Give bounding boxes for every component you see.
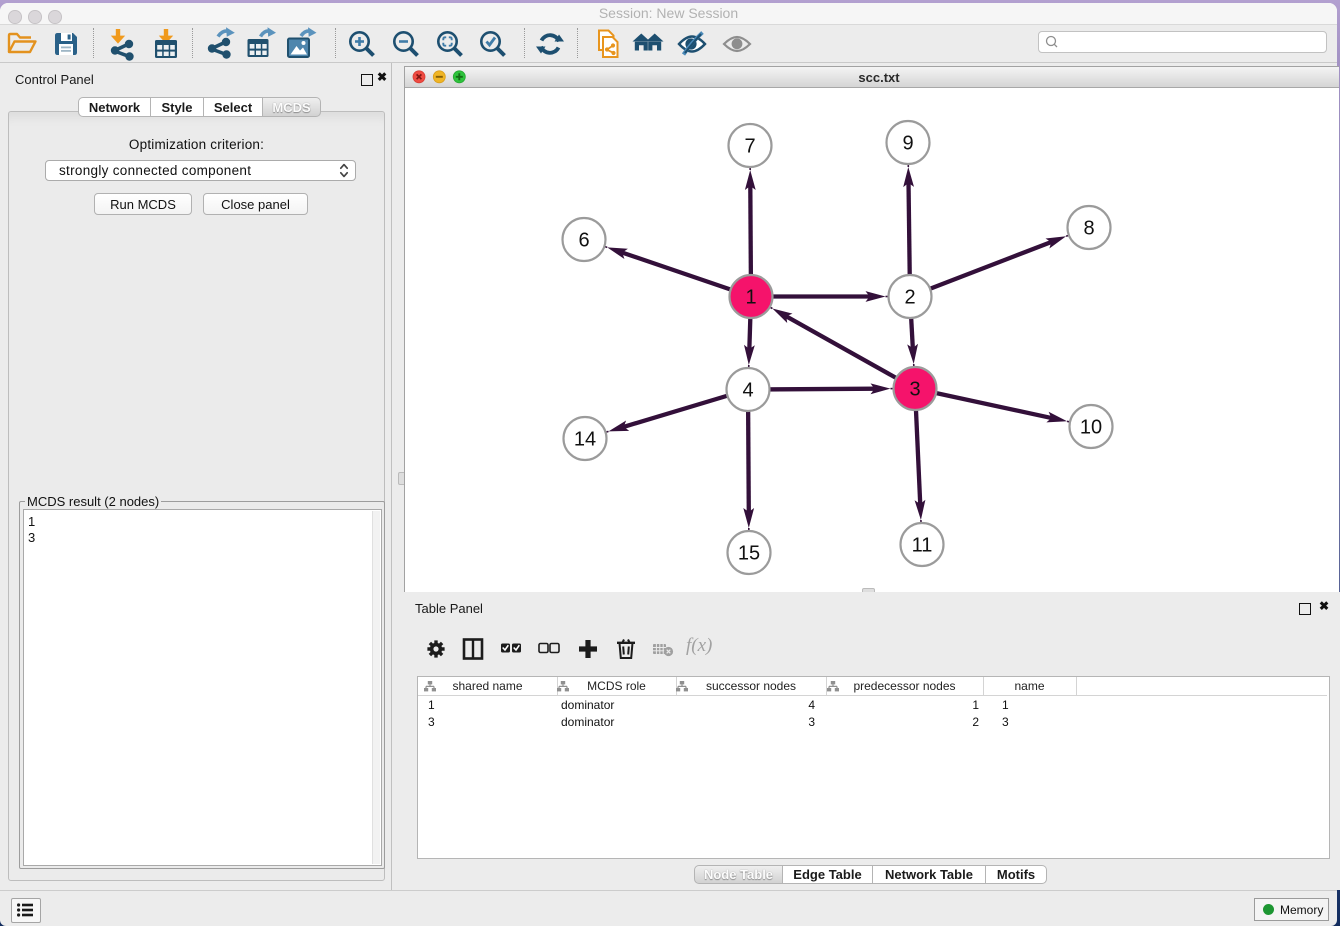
svg-text:4: 4 (742, 380, 753, 402)
svg-text:8: 8 (1083, 218, 1094, 240)
svg-text:10: 10 (1080, 417, 1102, 439)
svg-text:15: 15 (738, 543, 760, 565)
svg-text:3: 3 (909, 379, 920, 401)
svg-text:7: 7 (744, 136, 755, 158)
svg-text:1: 1 (745, 287, 756, 309)
svg-text:2: 2 (904, 287, 915, 309)
svg-text:14: 14 (574, 429, 596, 451)
svg-text:11: 11 (912, 535, 933, 557)
svg-text:9: 9 (902, 133, 913, 155)
svg-text:6: 6 (578, 230, 589, 252)
